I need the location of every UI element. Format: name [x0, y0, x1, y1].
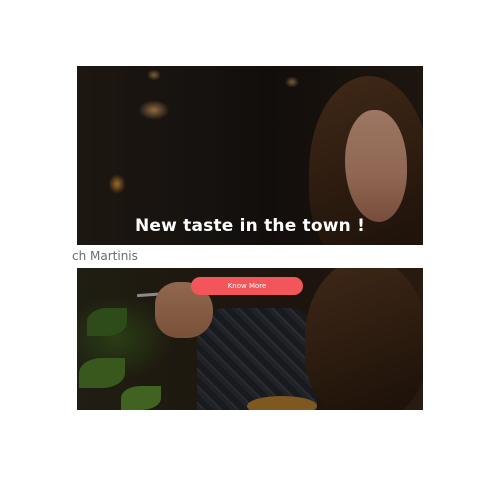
hero-title: New taste in the town ! [134, 216, 366, 236]
page: New taste in the town ! ch Martinis Know… [0, 0, 500, 500]
slide-caption: ch Martinis [72, 249, 138, 263]
know-more-button[interactable]: Know More [191, 277, 303, 295]
hero-image-woman-smiling: New taste in the town ! [77, 66, 423, 245]
